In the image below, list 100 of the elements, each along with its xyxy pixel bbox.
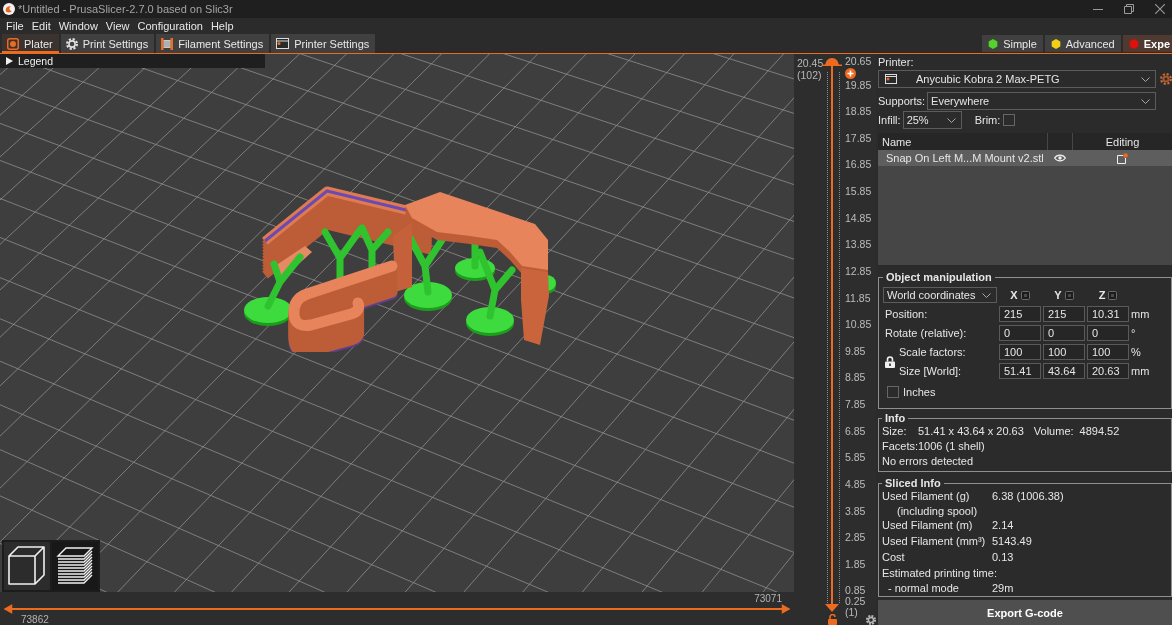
layer-height-label: 20.45 <box>797 57 824 69</box>
menu-item[interactable]: File <box>2 19 28 33</box>
layer-number-label: (1) <box>845 607 858 619</box>
square-icon[interactable] <box>1064 290 1074 300</box>
layer-height-label: 0.25 <box>845 596 866 608</box>
checkbox[interactable] <box>1003 114 1016 126</box>
menu-item[interactable]: Window <box>54 19 102 33</box>
field-label: Position: <box>885 308 928 320</box>
value-field[interactable]: 100 <box>999 344 1041 360</box>
tick-label: 14.85 <box>845 212 872 224</box>
square-dot-icon[interactable] <box>1116 152 1128 164</box>
tab[interactable]: Printer Settings <box>271 34 376 53</box>
minimize-icon[interactable] <box>1093 8 1103 10</box>
info-label: Volume: <box>1033 424 1074 437</box>
menu-item[interactable]: Help <box>206 19 238 33</box>
menu-item[interactable]: Configuration <box>133 19 207 33</box>
window-title: *Untitled - PrusaSlicer-2.7.0 based on Slic3r <box>18 3 233 15</box>
column-header: Editing <box>1105 135 1140 148</box>
info-label: Cost <box>882 551 905 563</box>
square-icon[interactable] <box>1108 290 1118 300</box>
tick-label: 2.85 <box>845 532 866 544</box>
status-text: No errors detected <box>882 454 974 467</box>
restore-icon[interactable] <box>1124 4 1134 14</box>
tick-label: 19.85 <box>845 79 872 91</box>
tick-label: 4.85 <box>845 478 866 490</box>
tick-label: 6.85 <box>845 425 866 437</box>
export-gcode-button[interactable]: Export G-code <box>878 600 1172 625</box>
value-field[interactable]: 43.64 <box>1043 363 1085 379</box>
printer-dropdown[interactable]: Anycubic Kobra 2 Max-PETG <box>878 70 1156 88</box>
window-icon <box>885 74 897 84</box>
value-field[interactable]: 100 <box>1087 344 1129 360</box>
info-label: Size: <box>882 424 907 437</box>
app-logo-icon <box>3 3 15 15</box>
column-header: Name <box>882 135 912 148</box>
object-row[interactable]: Snap On Left M...M Mount v2.stl <box>878 150 1172 166</box>
info-label: Estimated printing time: <box>882 567 997 579</box>
tab[interactable]: Filament Settings <box>156 34 270 53</box>
tick-label: 15.85 <box>845 186 872 197</box>
value-field[interactable]: 215 <box>1043 306 1085 322</box>
slider-thumb[interactable] <box>822 57 842 66</box>
value-field[interactable]: 0 <box>1087 325 1129 341</box>
tick-label: 0.85 <box>845 585 866 597</box>
tick-label: 18.85 <box>845 106 872 118</box>
info-label: (including spool) <box>897 504 978 517</box>
tick-label: 8.85 <box>845 372 866 384</box>
mode-button[interactable]: Expe <box>1122 35 1172 52</box>
window-icon <box>276 38 290 49</box>
cube-icon[interactable] <box>4 542 50 590</box>
tick-label: 10.85 <box>845 319 872 331</box>
chevron-down-icon <box>1141 98 1150 104</box>
value-field[interactable]: 100 <box>1043 344 1085 360</box>
menu-item[interactable]: Edit <box>27 19 55 33</box>
tick-label: 9.85 <box>845 345 866 357</box>
tab[interactable]: Plater <box>2 34 59 53</box>
mode-button[interactable]: Simple <box>982 35 1043 52</box>
info-value: 29m <box>992 581 1014 594</box>
value-field[interactable]: 20.63 <box>1087 363 1129 379</box>
value-field[interactable]: 0 <box>1043 325 1085 341</box>
chevron-down-icon <box>946 117 956 123</box>
info-label: Used Filament (mm³) <box>882 535 986 547</box>
supports-dropdown[interactable]: Everywhere <box>927 92 1156 110</box>
gear-icon[interactable] <box>1160 73 1172 85</box>
slider-value: 73862 <box>21 614 49 625</box>
plus-circle-icon[interactable] <box>845 68 856 79</box>
group-title: Sliced Info <box>884 476 942 490</box>
close-icon[interactable] <box>1155 4 1165 14</box>
slider-thumb[interactable] <box>825 604 839 612</box>
printer-label: Printer: <box>878 56 914 68</box>
unit-label: ° <box>1131 327 1136 339</box>
square-icon[interactable] <box>1020 290 1030 300</box>
gear-icon <box>65 37 78 50</box>
gear-icon[interactable] <box>866 615 876 625</box>
tab[interactable]: Print Settings <box>60 34 155 53</box>
padlock-icon[interactable] <box>885 355 895 368</box>
checkbox[interactable] <box>887 385 899 398</box>
value-field[interactable]: 0 <box>999 325 1041 341</box>
menu-item[interactable]: View <box>101 19 134 33</box>
axis-label: Y <box>1054 289 1062 301</box>
unit-label: mm <box>1131 308 1150 320</box>
coordinates-dropdown[interactable]: World coordinates <box>883 287 997 303</box>
value-field[interactable]: 215 <box>999 306 1041 322</box>
chevron-down-icon <box>982 292 991 298</box>
value-field[interactable]: 10.31 <box>1087 306 1129 322</box>
legend-button[interactable]: Legend <box>0 54 265 68</box>
chevron-down-icon <box>1141 76 1150 82</box>
mode-button[interactable]: Advanced <box>1044 35 1121 52</box>
circle-in-square-icon <box>7 37 19 50</box>
eye-icon[interactable] <box>1054 154 1066 162</box>
info-label: Facets: <box>882 439 919 452</box>
value-field[interactable]: 51.41 <box>999 363 1041 379</box>
axis-label: X <box>1010 289 1018 301</box>
info-value: 4894.52 <box>1079 424 1120 437</box>
unit-label: mm <box>1131 365 1150 377</box>
slider-thumb[interactable] <box>3 604 13 614</box>
tick-label: 12.85 <box>845 265 872 277</box>
infill-label: Infill: <box>878 114 901 126</box>
layer-number-label: (102) <box>797 69 822 81</box>
slider-thumb[interactable] <box>781 604 791 614</box>
infill-dropdown[interactable]: 25% <box>902 111 962 129</box>
object-name: Snap On Left M...M Mount v2.stl <box>886 152 1044 164</box>
